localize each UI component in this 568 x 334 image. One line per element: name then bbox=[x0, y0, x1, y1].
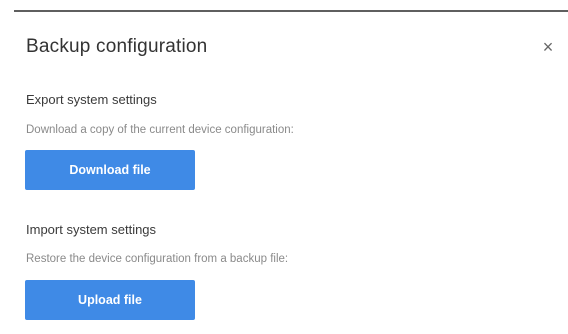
download-file-button[interactable]: Download file bbox=[25, 150, 195, 190]
import-section-description: Restore the device configuration from a … bbox=[26, 253, 289, 265]
import-section-heading: Import system settings bbox=[26, 222, 157, 237]
close-icon[interactable]: × bbox=[538, 37, 558, 57]
export-section-description: Download a copy of the current device co… bbox=[26, 124, 294, 136]
backup-configuration-dialog: Backup configuration × Export system set… bbox=[6, 12, 568, 334]
dialog-title: Backup configuration bbox=[26, 36, 208, 57]
export-section-heading: Export system settings bbox=[26, 92, 157, 107]
upload-file-button[interactable]: Upload file bbox=[25, 280, 195, 320]
